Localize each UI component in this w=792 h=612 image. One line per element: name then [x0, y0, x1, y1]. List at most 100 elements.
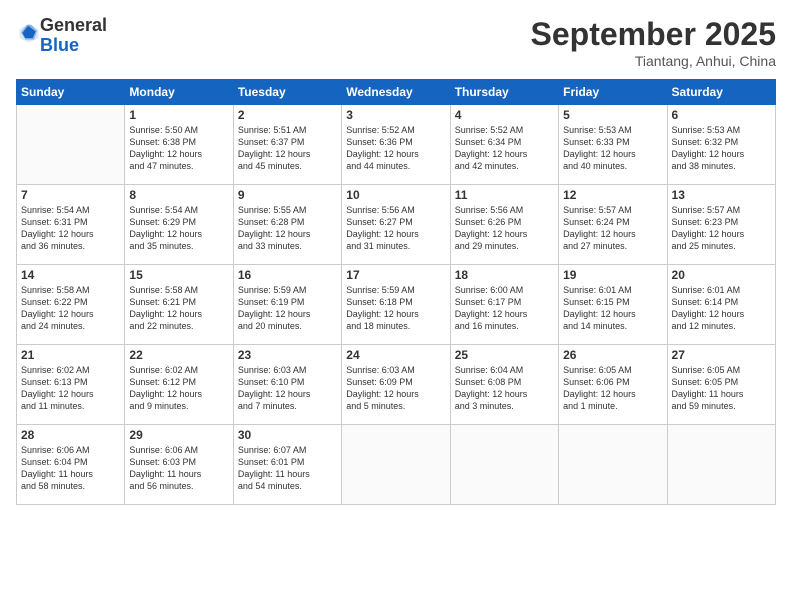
day-number: 14	[21, 268, 120, 282]
day-number: 5	[563, 108, 662, 122]
calendar-cell	[450, 425, 558, 505]
day-info: Sunrise: 6:07 AMSunset: 6:01 PMDaylight:…	[238, 444, 337, 493]
day-info: Sunrise: 5:52 AMSunset: 6:36 PMDaylight:…	[346, 124, 445, 173]
calendar-cell: 18 Sunrise: 6:00 AMSunset: 6:17 PMDayligh…	[450, 265, 558, 345]
day-info: Sunrise: 6:06 AMSunset: 6:03 PMDaylight:…	[129, 444, 228, 493]
day-number: 4	[455, 108, 554, 122]
day-info: Sunrise: 6:06 AMSunset: 6:04 PMDaylight:…	[21, 444, 120, 493]
day-number: 24	[346, 348, 445, 362]
calendar-cell: 22 Sunrise: 6:02 AMSunset: 6:12 PMDayligh…	[125, 345, 233, 425]
calendar: SundayMondayTuesdayWednesdayThursdayFrid…	[16, 79, 776, 505]
day-info: Sunrise: 6:01 AMSunset: 6:14 PMDaylight:…	[672, 284, 771, 333]
calendar-cell: 2 Sunrise: 5:51 AMSunset: 6:37 PMDaylight…	[233, 105, 341, 185]
title-block: September 2025 Tiantang, Anhui, China	[531, 16, 776, 69]
day-info: Sunrise: 6:01 AMSunset: 6:15 PMDaylight:…	[563, 284, 662, 333]
day-number: 16	[238, 268, 337, 282]
weekday-header-saturday: Saturday	[667, 80, 775, 105]
day-number: 20	[672, 268, 771, 282]
day-number: 30	[238, 428, 337, 442]
calendar-cell: 3 Sunrise: 5:52 AMSunset: 6:36 PMDaylight…	[342, 105, 450, 185]
calendar-cell: 14 Sunrise: 5:58 AMSunset: 6:22 PMDayligh…	[17, 265, 125, 345]
week-row-2: 7Sunrise: 5:54 AMSunset: 6:31 PMDaylight…	[17, 185, 776, 265]
day-info: Sunrise: 6:03 AMSunset: 6:10 PMDaylight:…	[238, 364, 337, 413]
calendar-cell: 29 Sunrise: 6:06 AMSunset: 6:03 PMDayligh…	[125, 425, 233, 505]
day-number: 21	[21, 348, 120, 362]
day-info: Sunrise: 5:59 AMSunset: 6:18 PMDaylight:…	[346, 284, 445, 333]
day-number: 15	[129, 268, 228, 282]
day-info: Sunrise: 5:59 AMSunset: 6:19 PMDaylight:…	[238, 284, 337, 333]
day-info: Sunrise: 5:54 AMSunset: 6:29 PMDaylight:…	[129, 204, 228, 253]
day-number: 17	[346, 268, 445, 282]
calendar-cell: 9 Sunrise: 5:55 AMSunset: 6:28 PMDaylight…	[233, 185, 341, 265]
calendar-cell: 11 Sunrise: 5:56 AMSunset: 6:26 PMDayligh…	[450, 185, 558, 265]
day-info: Sunrise: 5:58 AMSunset: 6:22 PMDaylight:…	[21, 284, 120, 333]
day-number: 6	[672, 108, 771, 122]
day-number: 13	[672, 188, 771, 202]
calendar-cell: 10 Sunrise: 5:56 AMSunset: 6:27 PMDayligh…	[342, 185, 450, 265]
weekday-header-friday: Friday	[559, 80, 667, 105]
day-info: Sunrise: 5:58 AMSunset: 6:21 PMDaylight:…	[129, 284, 228, 333]
week-row-4: 21 Sunrise: 6:02 AMSunset: 6:13 PMDayligh…	[17, 345, 776, 425]
day-number: 18	[455, 268, 554, 282]
logo-blue: Blue	[40, 35, 79, 55]
weekday-header-thursday: Thursday	[450, 80, 558, 105]
month-title: September 2025	[531, 16, 776, 53]
weekday-header-wednesday: Wednesday	[342, 80, 450, 105]
calendar-cell: 6Sunrise: 5:53 AMSunset: 6:32 PMDaylight…	[667, 105, 775, 185]
day-number: 22	[129, 348, 228, 362]
header: General Blue September 2025 Tiantang, An…	[16, 16, 776, 69]
day-info: Sunrise: 5:57 AMSunset: 6:23 PMDaylight:…	[672, 204, 771, 253]
day-info: Sunrise: 6:02 AMSunset: 6:12 PMDaylight:…	[129, 364, 228, 413]
calendar-cell: 21 Sunrise: 6:02 AMSunset: 6:13 PMDayligh…	[17, 345, 125, 425]
day-number: 28	[21, 428, 120, 442]
day-info: Sunrise: 5:56 AMSunset: 6:26 PMDaylight:…	[455, 204, 554, 253]
week-row-5: 28 Sunrise: 6:06 AMSunset: 6:04 PMDayligh…	[17, 425, 776, 505]
day-info: Sunrise: 6:00 AMSunset: 6:17 PMDaylight:…	[455, 284, 554, 333]
weekday-header-tuesday: Tuesday	[233, 80, 341, 105]
location: Tiantang, Anhui, China	[531, 53, 776, 69]
calendar-cell: 19 Sunrise: 6:01 AMSunset: 6:15 PMDayligh…	[559, 265, 667, 345]
calendar-cell: 13 Sunrise: 5:57 AMSunset: 6:23 PMDayligh…	[667, 185, 775, 265]
calendar-cell: 4Sunrise: 5:52 AMSunset: 6:34 PMDaylight…	[450, 105, 558, 185]
day-number: 9	[238, 188, 337, 202]
day-number: 19	[563, 268, 662, 282]
day-number: 2	[238, 108, 337, 122]
day-info: Sunrise: 6:04 AMSunset: 6:08 PMDaylight:…	[455, 364, 554, 413]
calendar-cell: 23Sunrise: 6:03 AMSunset: 6:10 PMDayligh…	[233, 345, 341, 425]
calendar-cell	[17, 105, 125, 185]
calendar-cell: 12 Sunrise: 5:57 AMSunset: 6:24 PMDayligh…	[559, 185, 667, 265]
calendar-cell: 15 Sunrise: 5:58 AMSunset: 6:21 PMDayligh…	[125, 265, 233, 345]
logo-text: General Blue	[40, 16, 107, 56]
day-number: 10	[346, 188, 445, 202]
calendar-cell: 7Sunrise: 5:54 AMSunset: 6:31 PMDaylight…	[17, 185, 125, 265]
calendar-cell	[667, 425, 775, 505]
day-info: Sunrise: 5:53 AMSunset: 6:33 PMDaylight:…	[563, 124, 662, 173]
day-info: Sunrise: 5:50 AMSunset: 6:38 PMDaylight:…	[129, 124, 228, 173]
day-info: Sunrise: 5:51 AMSunset: 6:37 PMDaylight:…	[238, 124, 337, 173]
logo: General Blue	[16, 16, 107, 56]
day-info: Sunrise: 6:02 AMSunset: 6:13 PMDaylight:…	[21, 364, 120, 413]
page: General Blue September 2025 Tiantang, An…	[0, 0, 792, 612]
day-info: Sunrise: 5:57 AMSunset: 6:24 PMDaylight:…	[563, 204, 662, 253]
week-row-3: 14 Sunrise: 5:58 AMSunset: 6:22 PMDayligh…	[17, 265, 776, 345]
day-number: 7	[21, 188, 120, 202]
calendar-cell: 17 Sunrise: 5:59 AMSunset: 6:18 PMDayligh…	[342, 265, 450, 345]
calendar-cell: 24 Sunrise: 6:03 AMSunset: 6:09 PMDayligh…	[342, 345, 450, 425]
day-number: 11	[455, 188, 554, 202]
calendar-cell	[559, 425, 667, 505]
day-info: Sunrise: 5:55 AMSunset: 6:28 PMDaylight:…	[238, 204, 337, 253]
logo-general: General	[40, 15, 107, 35]
day-number: 12	[563, 188, 662, 202]
day-number: 3	[346, 108, 445, 122]
weekday-header-monday: Monday	[125, 80, 233, 105]
day-info: Sunrise: 5:56 AMSunset: 6:27 PMDaylight:…	[346, 204, 445, 253]
day-info: Sunrise: 6:05 AMSunset: 6:05 PMDaylight:…	[672, 364, 771, 413]
day-number: 26	[563, 348, 662, 362]
calendar-cell	[342, 425, 450, 505]
calendar-cell: 1Sunrise: 5:50 AMSunset: 6:38 PMDaylight…	[125, 105, 233, 185]
day-number: 29	[129, 428, 228, 442]
day-info: Sunrise: 6:03 AMSunset: 6:09 PMDaylight:…	[346, 364, 445, 413]
day-info: Sunrise: 6:05 AMSunset: 6:06 PMDaylight:…	[563, 364, 662, 413]
calendar-cell: 26 Sunrise: 6:05 AMSunset: 6:06 PMDayligh…	[559, 345, 667, 425]
day-number: 25	[455, 348, 554, 362]
